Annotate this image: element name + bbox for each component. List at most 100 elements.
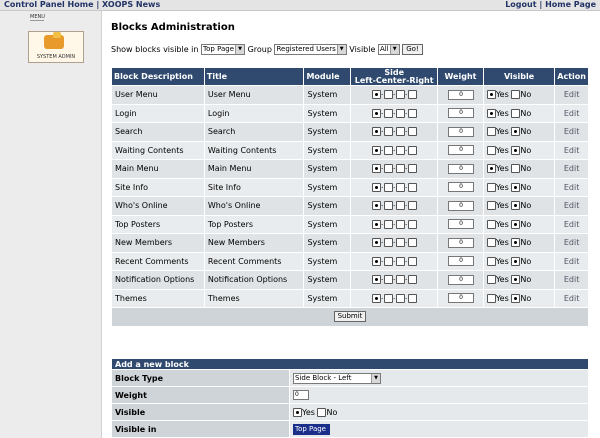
visible-yes-radio[interactable] (486, 145, 496, 155)
weight-input[interactable]: 0 (447, 293, 474, 304)
weight-input[interactable]: 0 (447, 274, 474, 285)
visible-yes-radio[interactable] (486, 219, 496, 229)
side-radio[interactable] (383, 256, 393, 266)
home-page-link[interactable]: Home Page (545, 0, 596, 9)
weight-input[interactable]: 0 (447, 200, 474, 211)
visible-yes-radio[interactable] (486, 164, 496, 174)
side-radio[interactable] (371, 256, 381, 266)
side-radio[interactable] (395, 256, 405, 266)
side-radio[interactable] (371, 293, 381, 303)
side-radio[interactable] (383, 127, 393, 137)
system-admin-button[interactable]: SYSTEM ADMIN (28, 31, 84, 63)
side-radio[interactable] (383, 219, 393, 229)
visible-yes-radio[interactable] (486, 90, 496, 100)
visible-no-radio[interactable] (511, 238, 521, 248)
side-radio[interactable] (383, 182, 393, 192)
visible-no-radio[interactable] (511, 293, 521, 303)
side-radio[interactable] (371, 201, 381, 211)
side-radio[interactable] (407, 275, 417, 285)
visible-yes-radio[interactable] (486, 108, 496, 118)
weight-input[interactable]: 0 (447, 182, 474, 193)
side-radio[interactable] (407, 145, 417, 155)
side-radio[interactable] (371, 275, 381, 285)
xoops-news-link[interactable]: XOOPS News (102, 0, 160, 9)
visible-yes-radio[interactable] (486, 293, 496, 303)
side-radio[interactable] (371, 127, 381, 137)
side-radio[interactable] (395, 182, 405, 192)
side-radio[interactable] (395, 201, 405, 211)
edit-link[interactable]: Edit (554, 122, 589, 142)
weight-input[interactable]: 0 (447, 219, 474, 230)
side-radio[interactable] (383, 164, 393, 174)
edit-link[interactable]: Edit (554, 177, 589, 197)
edit-link[interactable]: Edit (554, 233, 589, 253)
side-radio[interactable] (383, 145, 393, 155)
side-radio[interactable] (407, 164, 417, 174)
side-radio[interactable] (395, 238, 405, 248)
side-radio[interactable] (407, 256, 417, 266)
side-radio[interactable] (371, 145, 381, 155)
weight-input[interactable]: 0 (447, 108, 474, 119)
side-radio[interactable] (407, 238, 417, 248)
side-radio[interactable] (395, 275, 405, 285)
weight-input[interactable]: 0 (447, 237, 474, 248)
side-radio[interactable] (407, 293, 417, 303)
visible-yes-radio[interactable] (486, 238, 496, 248)
edit-link[interactable]: Edit (554, 103, 589, 123)
side-radio[interactable] (407, 182, 417, 192)
visible-no-radio[interactable] (511, 108, 521, 118)
side-radio[interactable] (407, 90, 417, 100)
visible-in-select[interactable]: Top Page (293, 423, 330, 435)
visible-no-radio[interactable] (511, 219, 521, 229)
page-select[interactable]: Top Page ▼ (201, 44, 246, 55)
side-radio[interactable] (407, 201, 417, 211)
side-radio[interactable] (395, 145, 405, 155)
side-radio[interactable] (371, 90, 381, 100)
edit-link[interactable]: Edit (554, 159, 589, 179)
side-radio[interactable] (371, 108, 381, 118)
block-type-select[interactable]: Side Block - Left ▼ (293, 372, 381, 384)
side-radio[interactable] (407, 108, 417, 118)
visible-yes-radio[interactable] (293, 407, 302, 417)
side-radio[interactable] (371, 238, 381, 248)
edit-link[interactable]: Edit (554, 251, 589, 271)
side-radio[interactable] (383, 293, 393, 303)
side-radio[interactable] (395, 127, 405, 137)
visible-yes-radio[interactable] (486, 127, 496, 137)
side-radio[interactable] (371, 219, 381, 229)
side-radio[interactable] (383, 238, 393, 248)
visible-no-radio[interactable] (511, 256, 521, 266)
visible-no-radio[interactable] (511, 127, 521, 137)
weight-input[interactable]: 0 (293, 390, 309, 400)
visible-no-radio[interactable] (511, 90, 521, 100)
edit-link[interactable]: Edit (554, 214, 589, 234)
side-radio[interactable] (395, 108, 405, 118)
side-radio[interactable] (407, 219, 417, 229)
visible-no-radio[interactable] (511, 164, 521, 174)
side-radio[interactable] (395, 293, 405, 303)
visible-no-radio[interactable] (511, 201, 521, 211)
logout-link[interactable]: Logout (505, 0, 536, 9)
weight-input[interactable]: 0 (447, 256, 474, 267)
side-radio[interactable] (383, 108, 393, 118)
side-radio[interactable] (371, 182, 381, 192)
visible-yes-radio[interactable] (486, 256, 496, 266)
edit-link[interactable]: Edit (554, 85, 589, 105)
visible-yes-radio[interactable] (486, 275, 496, 285)
visible-no-radio[interactable] (511, 182, 521, 192)
visible-no-radio[interactable] (511, 275, 521, 285)
visible-select[interactable]: All ▼ (377, 44, 400, 55)
weight-input[interactable]: 0 (447, 126, 474, 137)
visible-no-radio[interactable] (317, 407, 327, 417)
side-radio[interactable] (383, 201, 393, 211)
side-radio[interactable] (395, 164, 405, 174)
side-radio[interactable] (371, 164, 381, 174)
visible-yes-radio[interactable] (486, 182, 496, 192)
edit-link[interactable]: Edit (554, 270, 589, 290)
go-button[interactable]: Go! (402, 44, 423, 55)
edit-link[interactable]: Edit (554, 140, 589, 160)
side-radio[interactable] (383, 275, 393, 285)
side-radio[interactable] (395, 90, 405, 100)
weight-input[interactable]: 0 (447, 163, 474, 174)
submit-button[interactable]: Submit (333, 311, 367, 323)
